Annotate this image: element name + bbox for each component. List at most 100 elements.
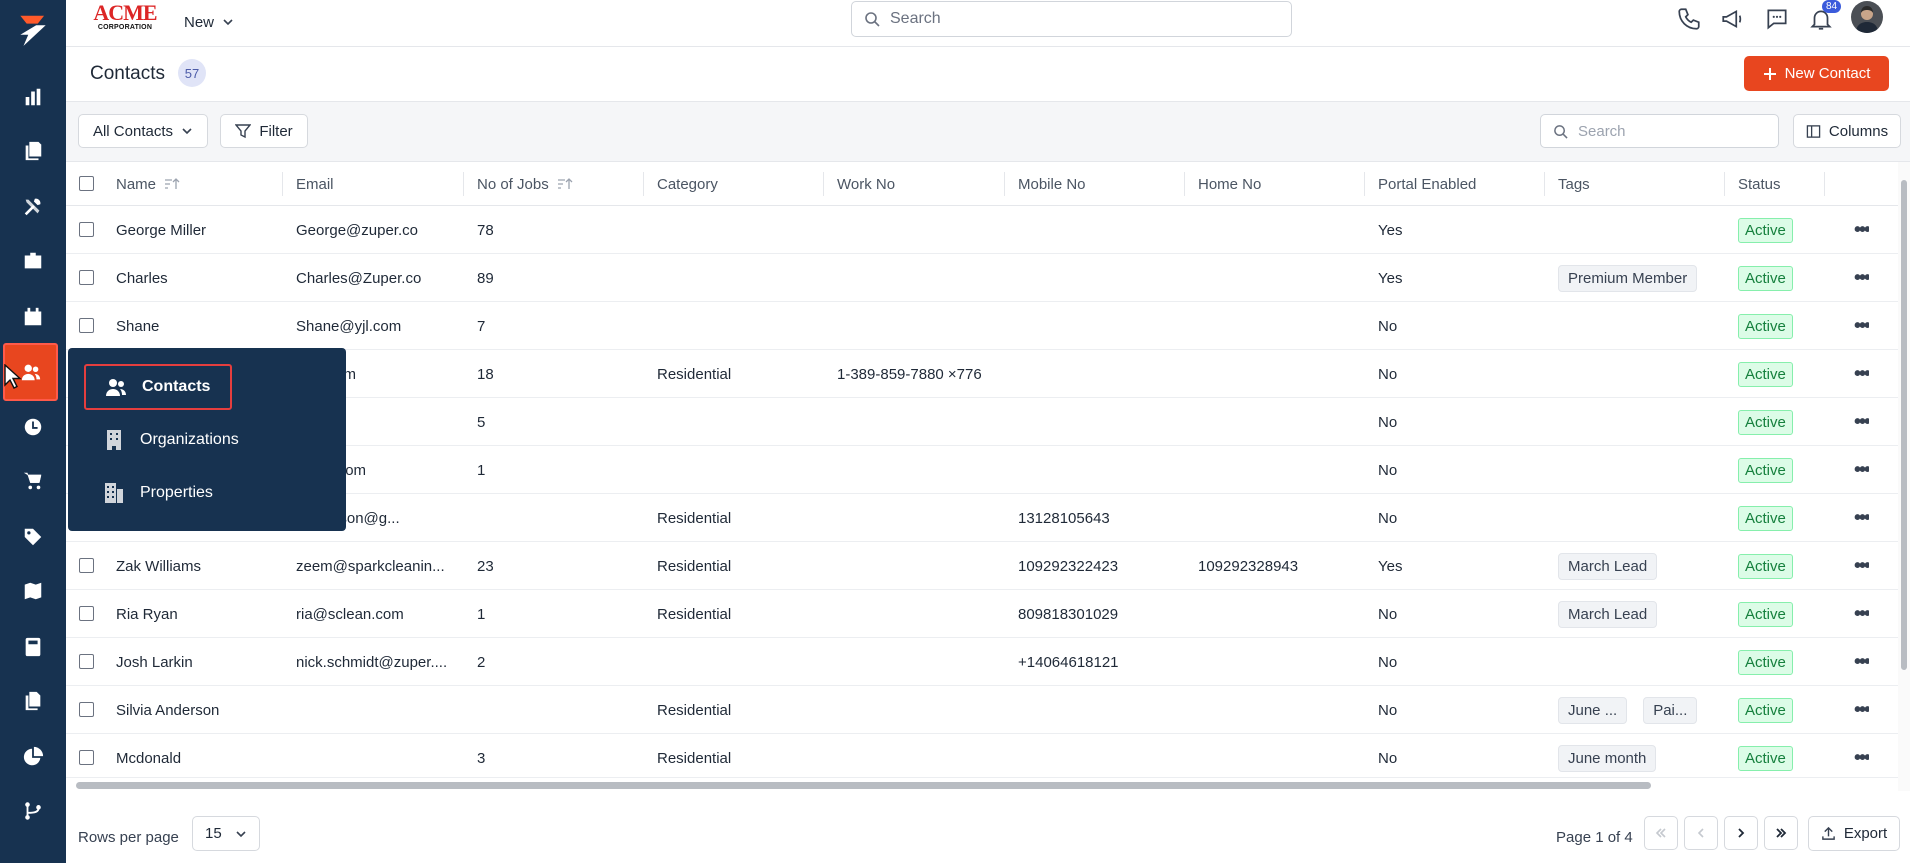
filter-button[interactable]: Filter: [220, 114, 308, 148]
bell-icon[interactable]: 84: [1808, 0, 1842, 32]
contact-name-link[interactable]: Mcdonald: [116, 750, 181, 767]
cell-name: Zak Williams: [116, 542, 201, 590]
row-checkbox[interactable]: [79, 606, 94, 621]
flow-icon[interactable]: [0, 786, 66, 836]
table-row[interactable]: Ria Ryan ria@sclean.com 1 Residential 809818…: [66, 590, 1910, 638]
view-selector[interactable]: All Contacts: [78, 114, 208, 148]
vertical-scrollbar[interactable]: [1898, 162, 1910, 791]
scrollbar-thumb[interactable]: [76, 782, 1651, 789]
column-header-tags[interactable]: Tags: [1558, 162, 1590, 206]
last-page-button[interactable]: [1764, 816, 1798, 850]
select-all-checkbox[interactable]: [79, 176, 94, 191]
row-actions-button[interactable]: •••: [1854, 638, 1869, 686]
row-actions-button[interactable]: •••: [1854, 398, 1869, 446]
menu-item-properties[interactable]: Properties: [84, 470, 344, 516]
tag-icon[interactable]: [0, 512, 66, 562]
contact-name-link[interactable]: Ria Ryan: [116, 606, 178, 623]
status-badge: Active: [1738, 313, 1793, 339]
row-actions-button[interactable]: •••: [1854, 206, 1869, 254]
row-actions-button[interactable]: •••: [1854, 494, 1869, 542]
column-header-category[interactable]: Category: [657, 162, 718, 206]
phone-icon[interactable]: [1676, 6, 1702, 32]
contact-name-link[interactable]: Shane: [116, 318, 159, 335]
documents-icon[interactable]: [0, 126, 66, 176]
cell-name: Silvia Anderson: [116, 686, 219, 734]
row-checkbox[interactable]: [79, 750, 94, 765]
rows-per-page-select[interactable]: 15: [192, 816, 260, 851]
row-actions-button[interactable]: •••: [1854, 302, 1869, 350]
contact-name-link[interactable]: Zak Williams: [116, 558, 201, 575]
column-header-mobile-no[interactable]: Mobile No: [1018, 162, 1086, 206]
tag-chip[interactable]: June month: [1558, 744, 1657, 772]
row-checkbox[interactable]: [79, 318, 94, 333]
tag-chip[interactable]: Pai...: [1643, 696, 1698, 724]
tag-chip[interactable]: March Lead: [1558, 600, 1658, 628]
row-actions-button[interactable]: •••: [1854, 254, 1869, 302]
column-header-home-no[interactable]: Home No: [1198, 162, 1261, 206]
avatar[interactable]: [1851, 1, 1883, 33]
new-contact-button[interactable]: New Contact: [1744, 56, 1889, 91]
column-header-email[interactable]: Email: [296, 162, 334, 206]
horizontal-scrollbar[interactable]: [66, 777, 1898, 791]
column-header-portal-enabled[interactable]: Portal Enabled: [1378, 162, 1476, 206]
column-header-work-no[interactable]: Work No: [837, 162, 895, 206]
calendar-icon[interactable]: [0, 292, 66, 342]
table-search-input[interactable]: Search: [1540, 114, 1779, 148]
columns-button[interactable]: Columns: [1793, 114, 1901, 148]
table-row[interactable]: Shane Shane@yjl.com 7 No Active •••: [66, 302, 1910, 350]
menu-item-contacts[interactable]: Contacts: [84, 364, 232, 410]
tag-chip[interactable]: June ...: [1558, 696, 1628, 724]
table-row[interactable]: Zak Williams zeem@sparkcleanin... 23 Reside…: [66, 542, 1910, 590]
pie-icon[interactable]: [0, 732, 66, 782]
export-button[interactable]: Export: [1808, 816, 1900, 851]
previous-page-button[interactable]: [1684, 816, 1718, 850]
row-actions-button[interactable]: •••: [1854, 686, 1869, 734]
row-actions-button[interactable]: •••: [1854, 590, 1869, 638]
scrollbar-thumb[interactable]: [1901, 180, 1907, 670]
contact-name-link[interactable]: Silvia Anderson: [116, 702, 219, 719]
column-header-jobs[interactable]: No of Jobs: [477, 162, 573, 206]
cell-status: Active: [1738, 254, 1793, 302]
chart-icon[interactable]: [0, 72, 66, 122]
row-actions-button[interactable]: •••: [1854, 542, 1869, 590]
row-checkbox[interactable]: [79, 558, 94, 573]
clock-icon[interactable]: [0, 402, 66, 452]
column-header-status[interactable]: Status: [1738, 162, 1781, 206]
cart-icon[interactable]: [0, 456, 66, 506]
row-actions-button[interactable]: •••: [1854, 350, 1869, 398]
row-actions-button[interactable]: •••: [1854, 446, 1869, 494]
new-menu-button[interactable]: New: [184, 10, 234, 34]
chat-icon[interactable]: [1764, 6, 1790, 32]
contact-name-link[interactable]: Charles: [116, 270, 168, 287]
column-header-name[interactable]: Name: [116, 162, 180, 206]
calculator-icon[interactable]: [0, 622, 66, 672]
contact-name-link[interactable]: George Miller: [116, 222, 206, 239]
tools-icon[interactable]: [0, 182, 66, 232]
row-checkbox[interactable]: [79, 654, 94, 669]
megaphone-icon[interactable]: [1720, 6, 1746, 32]
table-row[interactable]: Mcdonald 3 Residential No June month Active ••…: [66, 734, 1910, 782]
tag-chip[interactable]: Premium Member: [1558, 264, 1698, 292]
table-row[interactable]: George Miller George@zuper.co 78 Yes Active •…: [66, 206, 1910, 254]
table-row[interactable]: Charles Charles@Zuper.co 89 Yes Premium Memb…: [66, 254, 1910, 302]
table-row[interactable]: Silvia Anderson Residential No June ... Pai.…: [66, 686, 1910, 734]
row-actions-button[interactable]: •••: [1854, 734, 1869, 782]
sort-icon[interactable]: [164, 177, 180, 191]
row-checkbox[interactable]: [79, 702, 94, 717]
next-page-button[interactable]: [1724, 816, 1758, 850]
row-checkbox[interactable]: [79, 222, 94, 237]
tag-chip[interactable]: March Lead: [1558, 552, 1658, 580]
table-row[interactable]: Josh Larkin nick.schmidt@zuper.... 2 +14064…: [66, 638, 1910, 686]
briefcase-icon[interactable]: [0, 236, 66, 286]
contact-name-link[interactable]: Josh Larkin: [116, 654, 193, 671]
map-icon[interactable]: [0, 566, 66, 616]
global-search-input[interactable]: Search: [851, 1, 1292, 37]
logo-icon[interactable]: [0, 4, 66, 56]
more-icon: •••: [1854, 699, 1870, 721]
files-icon[interactable]: [0, 676, 66, 726]
menu-item-organizations[interactable]: Organizations: [84, 417, 344, 463]
sort-icon[interactable]: [557, 177, 573, 191]
row-checkbox[interactable]: [79, 270, 94, 285]
first-page-button[interactable]: [1644, 816, 1678, 850]
building-icon: [107, 430, 121, 450]
